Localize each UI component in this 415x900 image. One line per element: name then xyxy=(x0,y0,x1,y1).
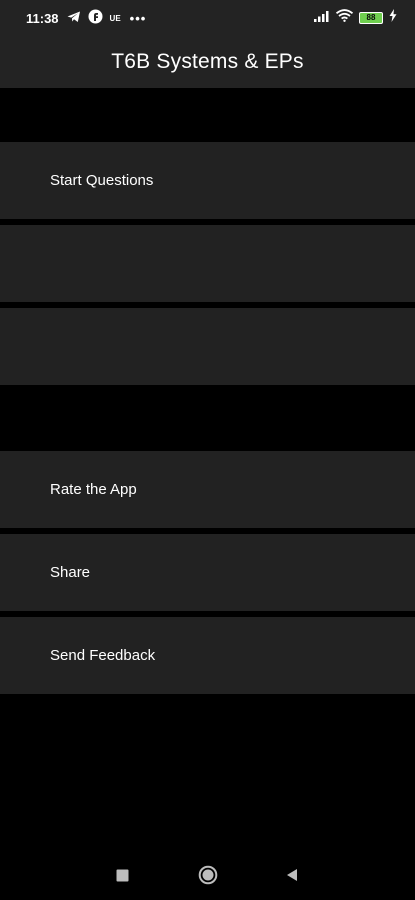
carrier-label: UE xyxy=(109,13,121,23)
signal-icon xyxy=(314,9,330,27)
menu-item-label: Start Questions xyxy=(50,172,154,189)
recents-icon[interactable] xyxy=(112,865,132,885)
telegram-icon xyxy=(67,11,81,26)
battery-level: 88 xyxy=(366,13,376,22)
menu-item-label: Send Feedback xyxy=(50,647,156,664)
status-time: 11:38 xyxy=(26,10,59,26)
status-left: 11:38 UE ••• xyxy=(26,9,146,27)
send-feedback-button[interactable]: Send Feedback xyxy=(0,617,415,694)
charging-icon xyxy=(389,9,397,27)
home-icon[interactable] xyxy=(198,865,218,885)
wifi-icon xyxy=(335,9,354,27)
menu-item-blank-1[interactable] xyxy=(0,225,415,302)
status-bar: 11:38 UE ••• 88 xyxy=(0,0,415,36)
rate-app-button[interactable]: Rate the App xyxy=(0,451,415,528)
page-title: T6B Systems & EPs xyxy=(111,50,304,73)
menu-item-label: Rate the App xyxy=(50,481,137,498)
more-notifications-icon: ••• xyxy=(129,10,147,26)
back-icon[interactable] xyxy=(282,865,302,885)
app-bar: T6B Systems & EPs xyxy=(0,36,415,88)
f-app-icon xyxy=(88,9,103,27)
battery-icon: 88 xyxy=(359,12,383,24)
menu-item-label: Share xyxy=(50,564,91,581)
share-button[interactable]: Share xyxy=(0,534,415,611)
status-right: 88 xyxy=(314,9,397,27)
navigation-bar xyxy=(0,850,415,900)
menu-item-blank-2[interactable] xyxy=(0,308,415,385)
start-questions-button[interactable]: Start Questions xyxy=(0,142,415,219)
